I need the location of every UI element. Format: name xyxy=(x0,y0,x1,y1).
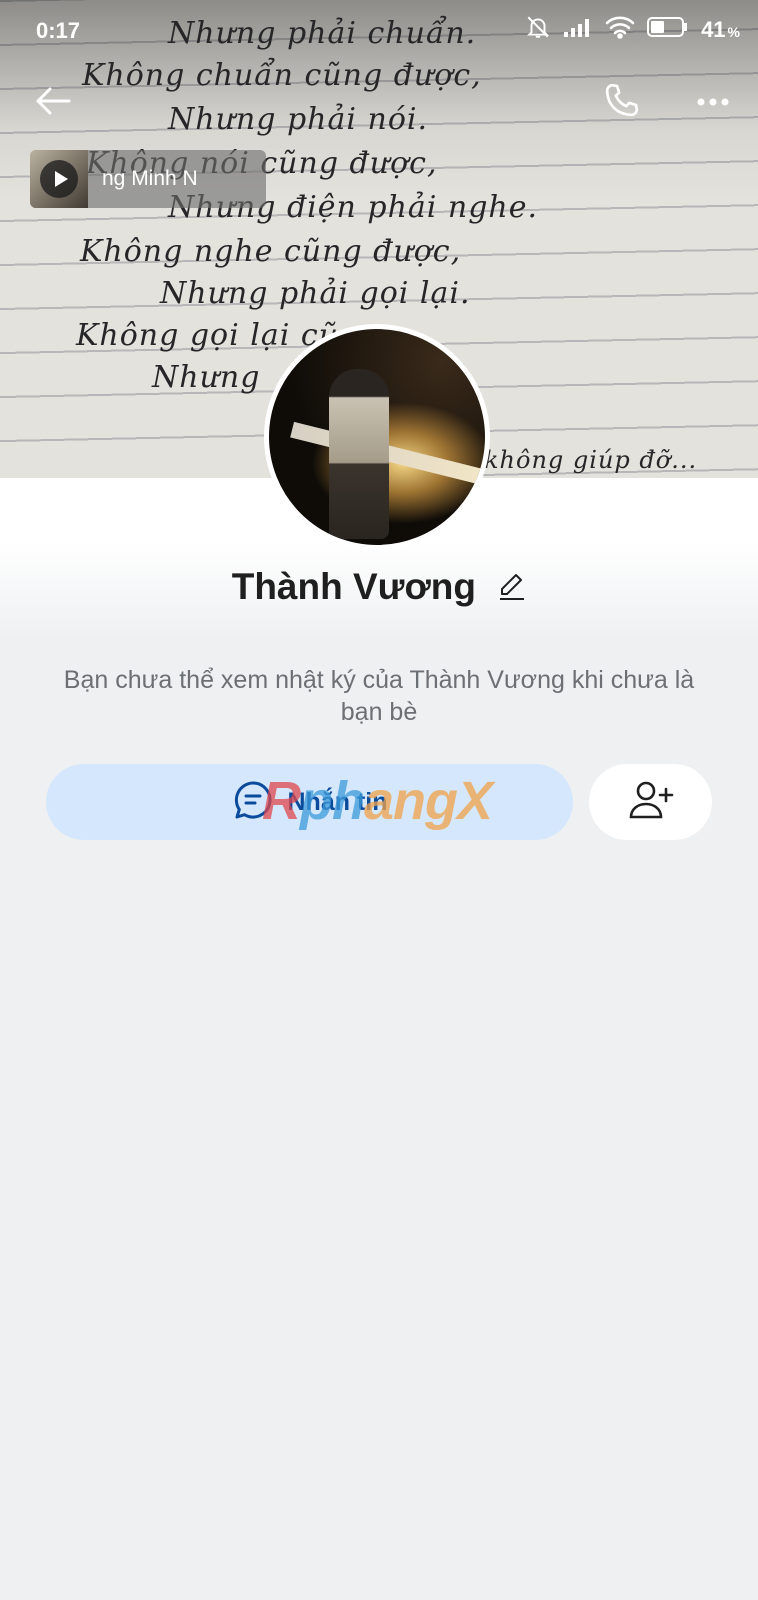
profile-name: Thành Vương xyxy=(231,566,476,607)
signal-icon xyxy=(563,16,593,43)
play-icon[interactable] xyxy=(40,160,78,198)
handwriting-line: Không nghe cũng được, xyxy=(80,234,462,269)
avatar[interactable] xyxy=(264,324,490,550)
battery-unit: % xyxy=(727,23,740,40)
profile-name-row: Thành Vương xyxy=(0,566,758,610)
pencil-icon[interactable] xyxy=(498,568,526,610)
watermark-part: angX xyxy=(363,771,493,831)
watermark-part: R xyxy=(262,771,301,831)
add-user-icon xyxy=(628,779,674,826)
profile-music-player[interactable]: ng Minh N xyxy=(30,150,266,208)
add-friend-button[interactable] xyxy=(589,764,712,840)
handwriting-line: không giúp đỡ... xyxy=(484,446,698,474)
battery-icon xyxy=(647,16,689,43)
status-time: 0:17 xyxy=(36,18,81,43)
status-bar: 0:17 41% xyxy=(0,0,758,60)
call-button[interactable] xyxy=(598,80,644,126)
avatar-person xyxy=(329,369,389,539)
handwriting-line: Không chuẩn cũng được, xyxy=(82,58,482,93)
avatar-railing xyxy=(290,421,485,489)
watermark-part: ph xyxy=(300,771,365,831)
wifi-icon xyxy=(605,15,635,44)
handwriting-line: Nhưng phải gọi lại. xyxy=(160,276,471,311)
handwriting-line: Nhưng xyxy=(152,360,261,395)
handwriting-line: Nhưng phải nói. xyxy=(168,102,429,137)
battery-level: 41 xyxy=(701,16,726,42)
watermark: RphangX xyxy=(262,770,493,832)
handwriting-line: Không gọi lại cũ xyxy=(76,318,339,353)
bell-muted-icon xyxy=(525,14,551,45)
privacy-notice: Bạn chưa thể xem nhật ký của Thành Vương… xyxy=(63,666,695,726)
more-options-button[interactable] xyxy=(690,80,736,126)
more-horizontal-icon xyxy=(696,94,730,112)
phone-icon xyxy=(601,81,641,126)
back-button[interactable] xyxy=(30,80,76,126)
status-icons: 41% xyxy=(525,14,740,45)
music-title: ng Minh N xyxy=(102,167,198,190)
arrow-left-icon xyxy=(35,86,71,121)
